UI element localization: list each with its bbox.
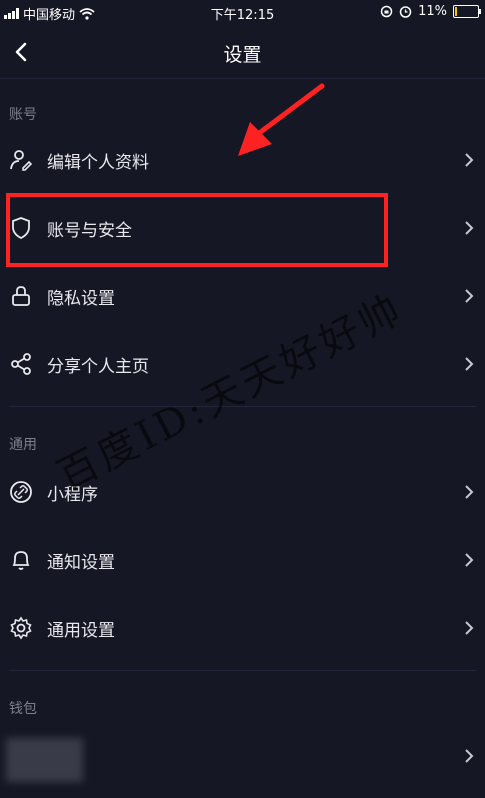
chevron-right-icon (465, 749, 474, 763)
section-label-wallet: 钱包 (9, 701, 37, 717)
chevron-right-icon (465, 357, 474, 371)
chevron-right-icon (465, 221, 474, 235)
chevron-right-icon (465, 553, 474, 567)
status-right: 11% (380, 4, 481, 19)
settings-item-notifications[interactable]: 通知设置 (0, 530, 485, 590)
item-label: 编辑个人资料 (47, 153, 149, 173)
link-icon (10, 481, 32, 503)
red-arrow-icon (238, 83, 325, 156)
share-icon (11, 353, 31, 375)
item-label: 分享个人主页 (47, 357, 149, 377)
section-divider (9, 670, 476, 671)
gear-icon (10, 616, 32, 640)
chevron-right-icon (465, 485, 474, 499)
nav-bar: 设置 (0, 26, 485, 79)
item-label: 通知设置 (47, 553, 115, 573)
battery-icon (453, 5, 481, 18)
chevron-right-icon (465, 289, 474, 303)
bell-icon (12, 551, 30, 570)
status-bar: 中国移动 下午12:15 11% (0, 0, 485, 24)
battery-fill (455, 7, 457, 16)
chevron-right-icon (465, 153, 474, 167)
lock-icon (12, 286, 30, 306)
highlight-box (6, 193, 388, 267)
item-label: 通用设置 (47, 621, 115, 641)
blurred-wallet-item (6, 738, 83, 782)
rotation-lock-icon (380, 5, 393, 18)
section-label-general: 通用 (9, 437, 37, 453)
page-title: 设置 (223, 44, 262, 66)
alarm-icon (399, 6, 412, 18)
section-label-account: 账号 (9, 107, 37, 123)
chevron-right-icon (465, 621, 474, 635)
user-edit-icon (10, 150, 33, 171)
battery-percent: 11% (418, 4, 447, 19)
item-label: 隐私设置 (47, 289, 115, 309)
settings-item-general[interactable]: 通用设置 (0, 598, 485, 658)
settings-item-privacy[interactable]: 隐私设置 (0, 266, 485, 326)
